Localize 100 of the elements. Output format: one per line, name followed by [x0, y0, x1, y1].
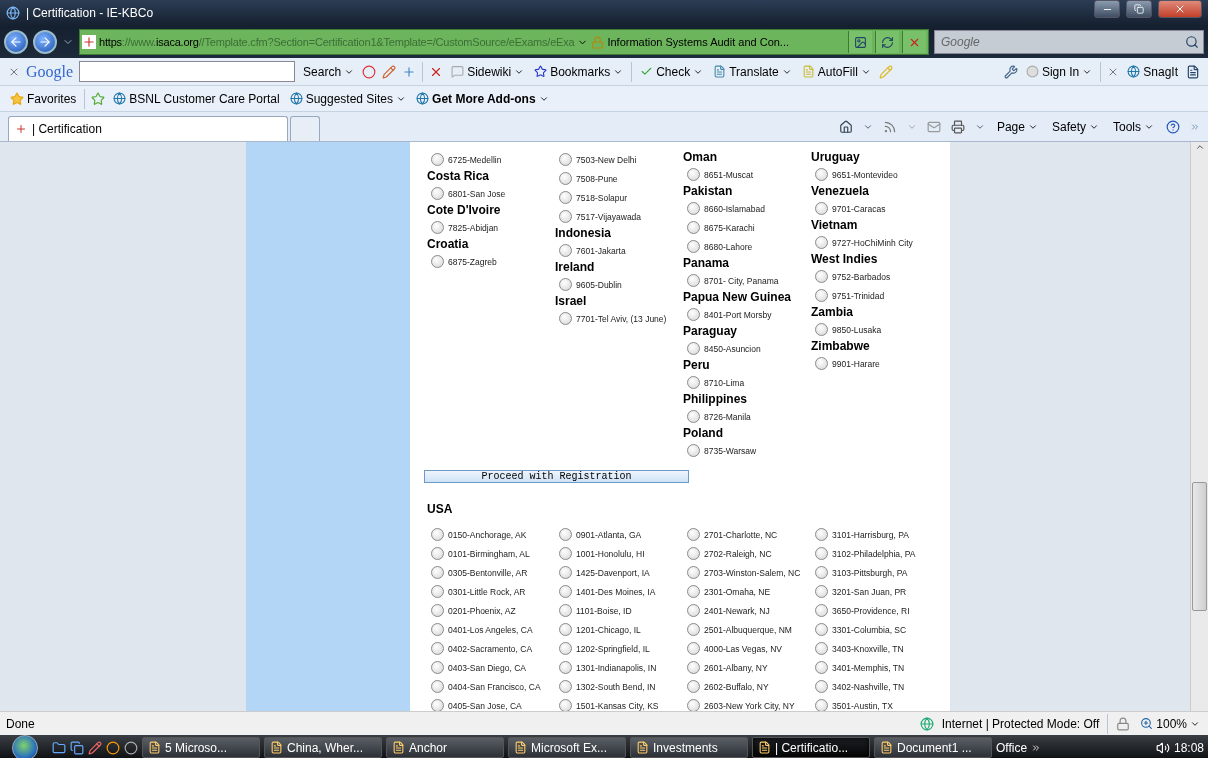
- radio-button[interactable]: [559, 661, 572, 674]
- radio-button[interactable]: [687, 585, 700, 598]
- radio-button[interactable]: [431, 604, 444, 617]
- radio-button[interactable]: [431, 661, 444, 674]
- radio-button[interactable]: [687, 623, 700, 636]
- radio-button[interactable]: [431, 623, 444, 636]
- translate-button[interactable]: Translate: [711, 64, 794, 79]
- browser-tab[interactable]: | Certification: [8, 116, 288, 141]
- radio-button[interactable]: [687, 308, 700, 321]
- bookmarks-button[interactable]: Bookmarks: [532, 64, 626, 79]
- radio-button[interactable]: [687, 547, 700, 560]
- search-icon[interactable]: [1185, 35, 1199, 49]
- search-input[interactable]: [79, 61, 296, 82]
- zoom-button[interactable]: 100%: [1138, 716, 1202, 731]
- favorite-link[interactable]: Suggested Sites: [287, 91, 409, 106]
- radio-button[interactable]: [559, 244, 572, 257]
- radio-button[interactable]: [431, 528, 444, 541]
- taskbar-button[interactable]: Investments: [630, 737, 748, 758]
- command-menu[interactable]: Page: [994, 119, 1040, 134]
- radio-button[interactable]: [687, 680, 700, 693]
- radio-button[interactable]: [559, 210, 572, 223]
- radio-button[interactable]: [815, 680, 828, 693]
- check-button[interactable]: Check: [638, 64, 706, 79]
- sidewiki-button[interactable]: Sidewiki: [449, 64, 527, 79]
- add-favorite-icon[interactable]: [91, 91, 106, 106]
- forward-button[interactable]: [33, 30, 57, 54]
- radio-button[interactable]: [687, 221, 700, 234]
- taskbar-button[interactable]: Anchor: [386, 737, 504, 758]
- radio-button[interactable]: [815, 202, 828, 215]
- back-button[interactable]: [4, 30, 28, 54]
- radio-button[interactable]: [431, 221, 444, 234]
- radio-button[interactable]: [687, 376, 700, 389]
- help-icon[interactable]: [1166, 119, 1180, 134]
- taskbar-button[interactable]: 5 Microso...: [142, 737, 260, 758]
- radio-button[interactable]: [687, 274, 700, 287]
- autofill-button[interactable]: AutoFill: [799, 64, 873, 79]
- radio-button[interactable]: [815, 236, 828, 249]
- radio-button[interactable]: [815, 323, 828, 336]
- radio-button[interactable]: [431, 642, 444, 655]
- radio-button[interactable]: [559, 528, 572, 541]
- command-menu[interactable]: Tools: [1111, 119, 1156, 134]
- radio-button[interactable]: [687, 168, 700, 181]
- radio-button[interactable]: [559, 153, 572, 166]
- favorites-button[interactable]: Favorites: [8, 91, 79, 106]
- radio-button[interactable]: [815, 528, 828, 541]
- radio-button[interactable]: [559, 604, 572, 617]
- taskbar-button[interactable]: | Certificatio...: [752, 737, 870, 758]
- radio-button[interactable]: [431, 547, 444, 560]
- radio-button[interactable]: [559, 680, 572, 693]
- radio-button[interactable]: [559, 191, 572, 204]
- radio-button[interactable]: [687, 410, 700, 423]
- mail-icon[interactable]: [926, 119, 941, 134]
- radio-button[interactable]: [431, 187, 444, 200]
- radio-button[interactable]: [687, 661, 700, 674]
- search-field[interactable]: Google: [934, 30, 1204, 54]
- scrollbar-thumb[interactable]: [1192, 482, 1207, 611]
- radio-button[interactable]: [431, 680, 444, 693]
- radio-button[interactable]: [815, 289, 828, 302]
- taskbar-button[interactable]: Microsoft Ex...: [508, 737, 626, 758]
- radio-button[interactable]: [559, 278, 572, 291]
- sign-in-button[interactable]: Sign In: [1023, 64, 1095, 79]
- radio-button[interactable]: [431, 255, 444, 268]
- radio-button[interactable]: [687, 566, 700, 579]
- favorite-link[interactable]: Get More Add-ons: [414, 91, 551, 106]
- radio-button[interactable]: [559, 642, 572, 655]
- pencil-icon[interactable]: [382, 64, 397, 79]
- plus-icon[interactable]: [402, 64, 417, 79]
- taskbar-button[interactable]: China, Wher...: [264, 737, 382, 758]
- home-icon[interactable]: [838, 119, 853, 134]
- chevron-icon[interactable]: [1031, 742, 1042, 753]
- radio-button[interactable]: [559, 172, 572, 185]
- radio-button[interactable]: [559, 312, 572, 325]
- close-button[interactable]: [1158, 0, 1202, 18]
- radio-button[interactable]: [815, 357, 828, 370]
- radio-button[interactable]: [815, 547, 828, 560]
- snagit-button[interactable]: SnagIt: [1125, 64, 1180, 79]
- radio-button[interactable]: [431, 566, 444, 579]
- radio-button[interactable]: [559, 547, 572, 560]
- address-field[interactable]: https://www.isaca.org//Template.cfm?Section=Certification1&Template=/CustomSource/eExams/eExa Information Systems Audit and Con...: [79, 29, 929, 55]
- radio-button[interactable]: [559, 566, 572, 579]
- radio-button[interactable]: [815, 168, 828, 181]
- minimize-button[interactable]: [1094, 0, 1120, 18]
- rss-icon[interactable]: [882, 119, 897, 134]
- radio-button[interactable]: [687, 528, 700, 541]
- radio-button[interactable]: [559, 585, 572, 598]
- radio-button[interactable]: [815, 642, 828, 655]
- radio-button[interactable]: [687, 342, 700, 355]
- taskbar-button[interactable]: Document1 ...: [874, 737, 992, 758]
- radio-button[interactable]: [559, 623, 572, 636]
- radio-button[interactable]: [431, 153, 444, 166]
- new-tab-button[interactable]: [290, 116, 320, 141]
- start-button[interactable]: [12, 734, 38, 758]
- volume-icon[interactable]: [1155, 740, 1170, 755]
- search-button[interactable]: Search: [301, 64, 357, 79]
- command-menu[interactable]: Safety: [1049, 119, 1101, 134]
- radio-button[interactable]: [815, 566, 828, 579]
- refresh-button[interactable]: [875, 31, 899, 53]
- radio-button[interactable]: [815, 623, 828, 636]
- compatibility-button[interactable]: [848, 31, 872, 53]
- security-icon[interactable]: [1116, 716, 1131, 731]
